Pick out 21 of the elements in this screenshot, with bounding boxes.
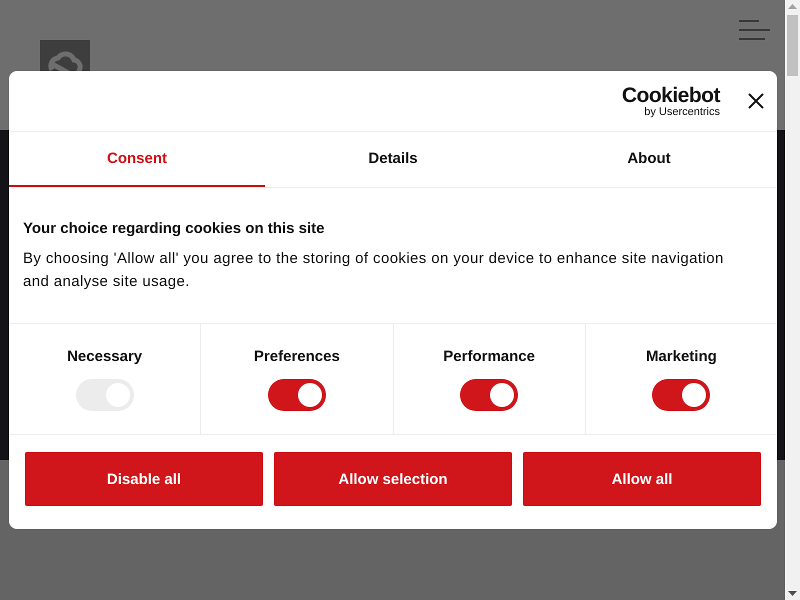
category-label: Necessary — [67, 348, 142, 365]
logo-icon — [40, 40, 90, 71]
action-button[interactable]: Disable all — [25, 452, 263, 506]
tab[interactable]: Details — [265, 132, 521, 187]
toggle-switch[interactable] — [268, 379, 326, 411]
tab[interactable]: Consent — [9, 132, 265, 187]
action-button[interactable]: Allow all — [523, 452, 761, 506]
dialog-heading: Your choice regarding cookies on this site — [23, 220, 326, 237]
action-button[interactable]: Allow selection — [274, 452, 512, 506]
consent-text: By choosing 'Allow all' you agree to the storing of cookies on your device to enhance site navigation and analyse site usage. — [23, 249, 725, 292]
scroll-down-icon[interactable] — [788, 591, 797, 596]
brand-name: Cookiebot — [622, 84, 720, 106]
tab[interactable]: About — [521, 132, 777, 187]
close-icon[interactable] — [748, 93, 764, 109]
brand-byline: by Usercentrics — [644, 106, 720, 118]
toggle-switch[interactable] — [460, 379, 518, 411]
category-label: Performance — [443, 348, 535, 365]
scrollbar-thumb[interactable] — [787, 15, 798, 76]
toggle-switch[interactable] — [652, 379, 710, 411]
category-label: Marketing — [646, 348, 717, 365]
category-label: Preferences — [254, 348, 340, 365]
